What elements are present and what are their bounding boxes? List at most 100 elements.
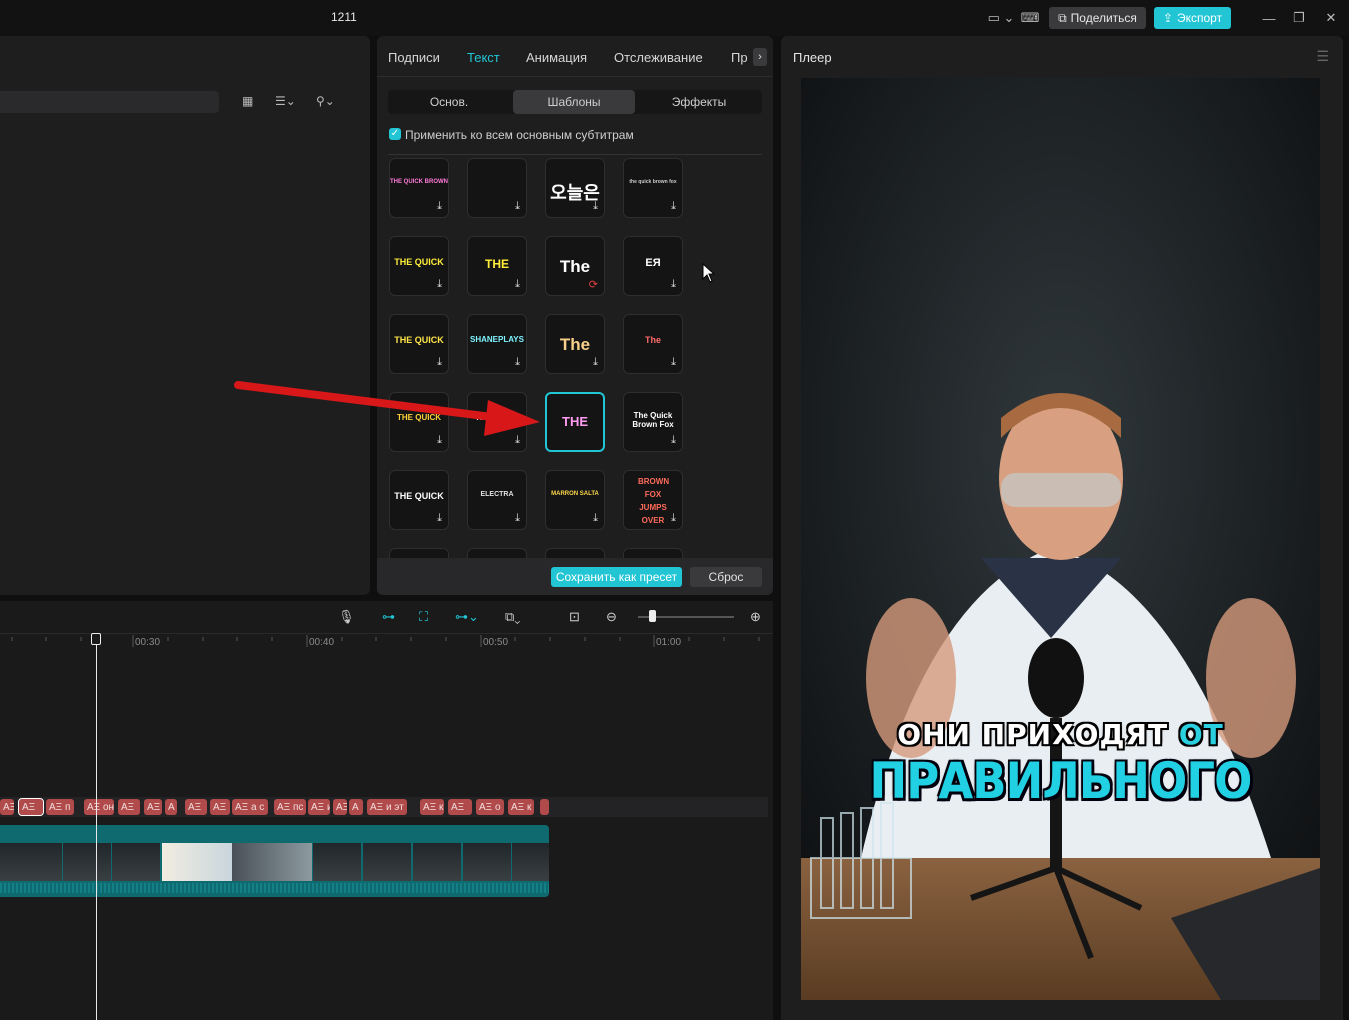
zoom-slider-handle[interactable]	[649, 610, 656, 622]
subtitle-clip[interactable]: AΞ	[144, 799, 162, 815]
video-track[interactable]	[0, 825, 549, 897]
template-tile[interactable]: THE QUICK BROWN FOX ⤓	[389, 158, 449, 218]
subtitle-clip[interactable]: A	[165, 799, 177, 815]
template-tile[interactable]: the quick brown fox ⤓	[623, 158, 683, 218]
template-tile[interactable]: ⤓	[467, 158, 527, 218]
export-button[interactable]: ⇪ Экспорт	[1154, 7, 1231, 29]
preview-axis-icon[interactable]: ⧉⌄	[505, 609, 520, 625]
download-icon[interactable]: ⤓	[515, 200, 520, 213]
grid-view-icon[interactable]: ▦	[242, 94, 253, 108]
playhead[interactable]	[96, 633, 97, 1020]
save-preset-button[interactable]: Сохранить как пресет	[551, 567, 682, 587]
autosnap-icon[interactable]: ⛶	[419, 609, 428, 625]
subtitle-clip[interactable]: AΞ он	[84, 799, 114, 815]
template-preview-text: THE QUICK	[394, 335, 444, 345]
video-thumbnail	[413, 843, 461, 881]
template-preview-text: THE QUICK	[394, 257, 444, 267]
download-icon[interactable]: ⤓	[437, 356, 442, 369]
subtab-templates[interactable]: Шаблоны	[513, 90, 635, 114]
subtab-basic[interactable]: Основ.	[388, 90, 510, 114]
template-tile[interactable]: BROWN FOX JUMPS OVER ⤓	[623, 470, 683, 530]
subtitle-clip[interactable]: AΞ	[18, 798, 44, 816]
apply-all-checkbox[interactable]: ✓	[389, 128, 401, 140]
template-preview-text: THE	[485, 257, 509, 271]
tab-animation[interactable]: Анимация	[526, 50, 587, 65]
template-tile[interactable]: THE QUICK ⤓	[389, 314, 449, 374]
subtitle-clip[interactable]: AΞ к	[508, 799, 534, 815]
template-tile[interactable]: THE ⤓	[467, 236, 527, 296]
template-tile[interactable]: THE	[545, 392, 605, 452]
download-icon[interactable]: ⤓	[515, 512, 520, 525]
close-icon[interactable]: ✕	[1324, 9, 1338, 27]
subtitle-clip[interactable]: AΞ о	[476, 799, 504, 815]
template-tile[interactable]: SHANEPLAYS ⤓	[467, 314, 527, 374]
subtitle-clip[interactable]: AΞ а с	[232, 799, 268, 815]
video-thumbnail	[313, 843, 361, 881]
video-thumbnail	[112, 843, 160, 881]
subtitle-clip[interactable]: AΞ и	[308, 799, 330, 815]
playhead-handle[interactable]	[91, 633, 101, 645]
download-icon[interactable]: ⤓	[593, 512, 598, 525]
subtitle-clip[interactable]: AΞ	[210, 799, 230, 815]
sort-icon[interactable]: ☰⌄	[275, 94, 296, 108]
shortcuts-icon[interactable]: ⌨	[1021, 9, 1040, 27]
menu-icon[interactable]: ☰	[1316, 48, 1329, 65]
subtitle-clip-end[interactable]	[540, 799, 549, 815]
template-tile[interactable]: ELECTRA ⤓	[467, 470, 527, 530]
subtitle-clip[interactable]: AΞ	[118, 799, 140, 815]
download-icon[interactable]: ⤓	[671, 434, 676, 447]
loading-icon[interactable]: ⟳	[589, 278, 598, 291]
download-icon[interactable]: ⤓	[437, 200, 442, 213]
subtab-effects[interactable]: Эффекты	[638, 90, 760, 114]
subtitle-clip[interactable]: A	[349, 799, 363, 815]
search-input[interactable]	[0, 91, 219, 113]
template-tile[interactable]: The ⟳	[545, 236, 605, 296]
download-icon[interactable]: ⤓	[437, 512, 442, 525]
subtitle-clip[interactable]: AΞ	[0, 799, 14, 815]
template-tile[interactable]: THE QUICK ⤓	[389, 236, 449, 296]
template-tile[interactable]: The ⤓	[545, 314, 605, 374]
tab-captions[interactable]: Подписи	[388, 50, 440, 65]
subtitle-clip[interactable]: AΞ и эт	[367, 799, 407, 815]
restore-icon[interactable]: ❐	[1292, 9, 1306, 27]
download-icon[interactable]: ⤓	[671, 356, 676, 369]
download-icon[interactable]: ⤓	[593, 200, 598, 213]
subtitle-clip[interactable]: AΞ	[185, 799, 207, 815]
template-tile[interactable]: MARRON SALTA ⤓	[545, 470, 605, 530]
subtitle-clip[interactable]: AΞ пс	[274, 799, 306, 815]
template-tile[interactable]: ЕЯ ⤓	[623, 236, 683, 296]
caption-icon[interactable]: ⊡	[569, 609, 580, 625]
minimize-icon[interactable]: —	[1262, 9, 1276, 27]
download-icon[interactable]: ⤓	[515, 278, 520, 291]
subtitle-clip[interactable]: AΞ	[333, 799, 347, 815]
video-preview[interactable]: ОНИ ПРИХОДЯТ ОТ ПРАВИЛЬНОГО	[801, 78, 1320, 1000]
download-icon[interactable]: ⤓	[671, 278, 676, 291]
filter-icon[interactable]: ⚲⌄	[316, 94, 335, 108]
download-icon[interactable]: ⤓	[515, 356, 520, 369]
share-button[interactable]: ⧉ Поделиться	[1049, 7, 1146, 29]
video-thumbnail	[162, 843, 232, 881]
reset-button[interactable]: Сброс	[690, 567, 762, 587]
subtitle-clip[interactable]: AΞ к	[420, 799, 444, 815]
zoom-out-icon[interactable]: ⊖	[606, 609, 617, 625]
magnet-icon[interactable]: ⊶	[382, 609, 395, 625]
tab-tracking[interactable]: Отслеживание	[614, 50, 703, 65]
microphone-icon[interactable]: 🎙	[338, 609, 355, 625]
subtitle-clip[interactable]: AΞ	[448, 799, 472, 815]
tab-text[interactable]: Текст	[467, 50, 500, 65]
download-icon[interactable]: ⤓	[437, 278, 442, 291]
download-icon[interactable]: ⤓	[671, 512, 676, 525]
layout-icon[interactable]: ▭ ⌄	[983, 9, 1019, 27]
subtitle-clip[interactable]: AΞ п	[46, 799, 74, 815]
template-tile[interactable]: 오늘은 ⤓	[545, 158, 605, 218]
template-tile[interactable]: The Quick Brown Fox ⤓	[623, 392, 683, 452]
download-icon[interactable]: ⤓	[671, 200, 676, 213]
download-icon[interactable]: ⤓	[593, 356, 598, 369]
tab-more[interactable]: Пр	[731, 50, 748, 65]
template-tile[interactable]: THE QUICK ⤓	[389, 470, 449, 530]
template-tile[interactable]: The ⤓	[623, 314, 683, 374]
template-preview-text: THE QUICK BROWN FOX	[390, 179, 448, 185]
link-icon[interactable]: ⊶⌄	[455, 609, 479, 625]
tabs-next-icon[interactable]: ›	[753, 48, 767, 66]
zoom-in-icon[interactable]: ⊕	[750, 609, 761, 625]
